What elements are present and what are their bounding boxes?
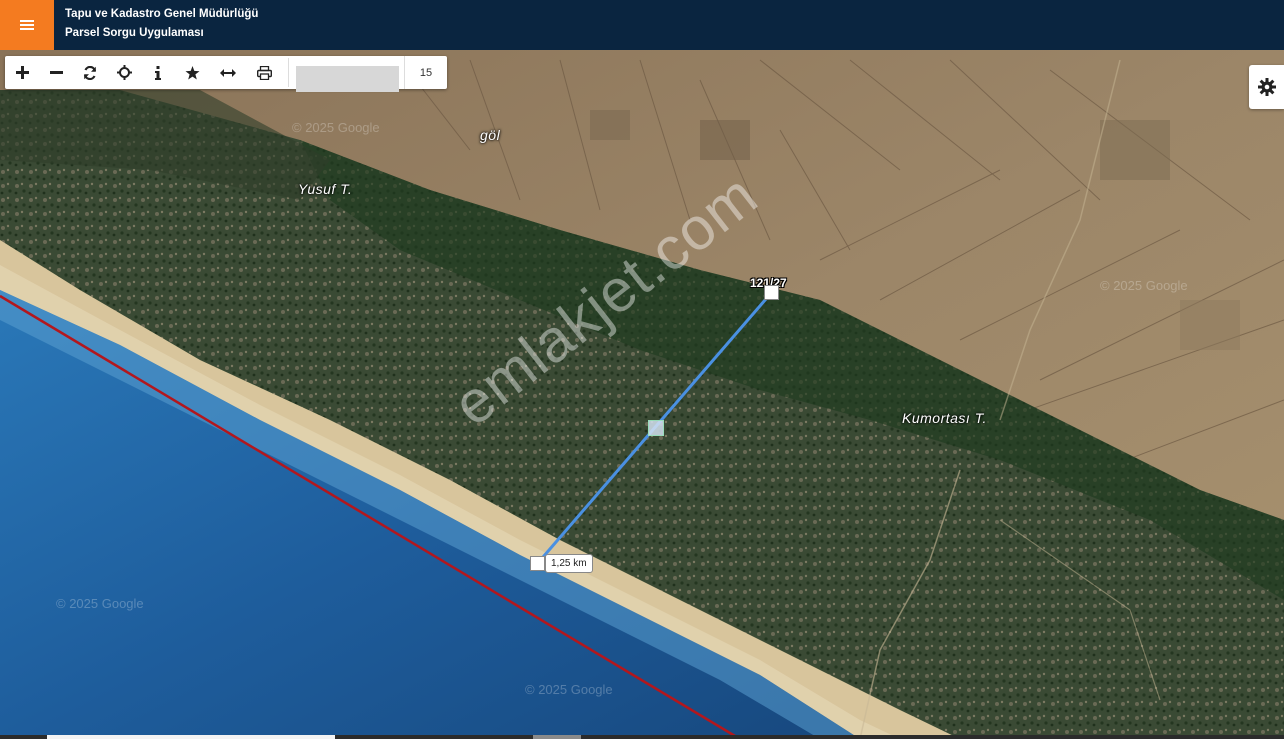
map-copyright: © 2025 Google <box>525 682 613 697</box>
app-title: Tapu ve Kadastro Genel Müdürlüğü Parsel … <box>65 5 258 43</box>
info-button[interactable] <box>141 56 175 89</box>
toolbar-search-placeholder[interactable] <box>296 66 399 92</box>
bottom-bar-tab[interactable] <box>533 735 581 739</box>
crosshair-icon <box>116 65 132 80</box>
map-label-gol: göl <box>480 127 501 143</box>
map-copyright: © 2025 Google <box>292 120 380 135</box>
satellite-map[interactable]: göl Yusuf T. Kumortası T. © 2025 Google … <box>0 50 1284 739</box>
bottom-bar-panel <box>47 735 335 739</box>
measure-button[interactable] <box>211 56 245 89</box>
zoom-level-value: 15 <box>419 66 433 79</box>
settings-button[interactable] <box>1249 65 1284 109</box>
menu-button[interactable] <box>0 0 54 50</box>
bottom-bar <box>0 735 1284 739</box>
minus-icon <box>49 71 63 74</box>
map-copyright: © 2025 Google <box>56 596 144 611</box>
favorite-button[interactable] <box>175 56 209 89</box>
measure-mid-handle[interactable] <box>648 420 664 436</box>
app-header: Tapu ve Kadastro Genel Müdürlüğü Parsel … <box>0 0 1284 50</box>
org-name: Tapu ve Kadastro Genel Müdürlüğü <box>65 8 259 20</box>
measure-end-handle[interactable] <box>764 285 779 300</box>
info-icon <box>155 65 161 80</box>
toolbar-divider <box>288 58 289 87</box>
printer-icon <box>256 65 272 80</box>
measure-start-handle[interactable] <box>530 556 545 571</box>
refresh-icon <box>83 65 97 80</box>
hamburger-icon <box>20 20 34 30</box>
arrows-horizontal-icon <box>220 68 236 77</box>
print-button[interactable] <box>247 56 281 89</box>
refresh-button[interactable] <box>73 56 107 89</box>
plus-icon <box>15 66 29 79</box>
map-label-yusuf: Yusuf T. <box>298 181 353 197</box>
measurement-label: 1,25 km <box>545 554 593 573</box>
map-label-kumortasi: Kumortası T. <box>902 410 987 426</box>
zoom-out-button[interactable] <box>39 56 73 89</box>
map-toolbar: 15 <box>5 56 447 92</box>
zoom-level-display: 15 <box>404 56 447 89</box>
star-icon <box>185 65 199 79</box>
locate-button[interactable] <box>107 56 141 89</box>
app-name: Parsel Sorgu Uygulaması <box>65 27 204 39</box>
gear-icon <box>1257 78 1276 96</box>
satellite-imagery <box>0 50 1284 739</box>
map-copyright: © 2025 Google <box>1100 278 1188 293</box>
zoom-in-button[interactable] <box>5 56 39 89</box>
